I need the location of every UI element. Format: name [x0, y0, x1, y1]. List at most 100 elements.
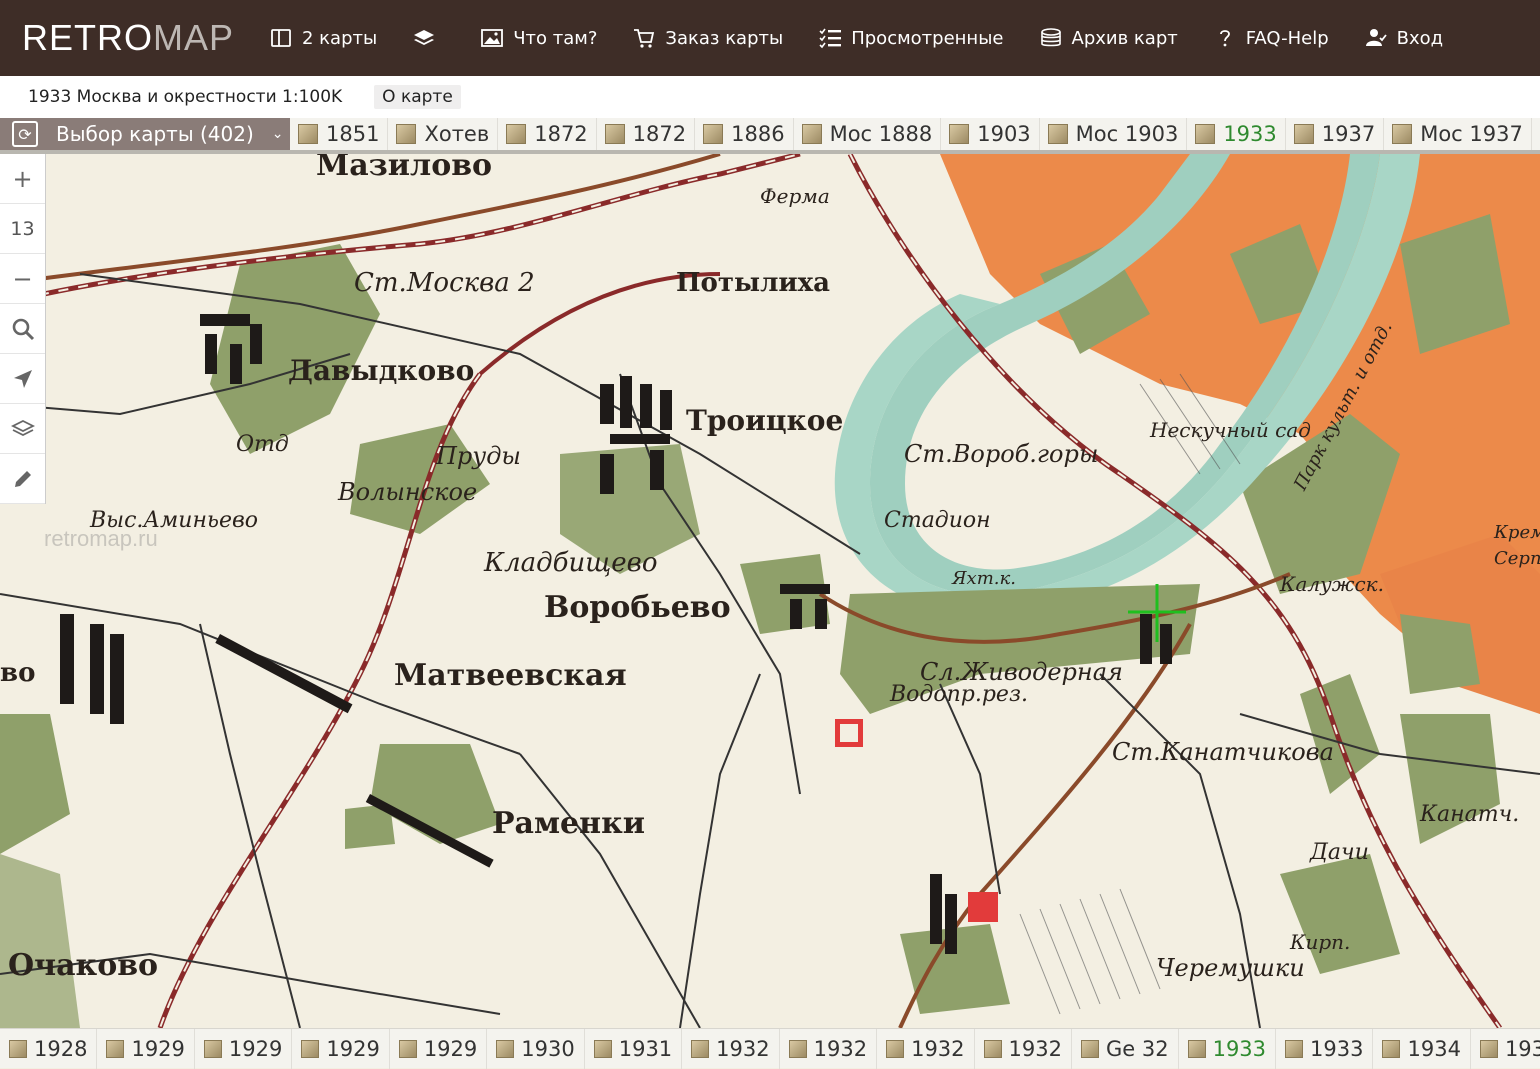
bottom-map-tab[interactable]: 1928: [0, 1028, 98, 1069]
map-tab-label: 1872: [632, 122, 687, 146]
nav-faq[interactable]: FAQ-Help: [1196, 0, 1347, 76]
map-tab-label: 1903: [977, 122, 1031, 146]
label-vo: во: [0, 658, 36, 688]
bottom-map-tab-label: 1932: [716, 1036, 770, 1061]
map-thumbnail-icon: [1187, 1039, 1206, 1058]
map-thumbnail-icon: [301, 1039, 320, 1058]
label-vorobevo: Воробьево: [544, 590, 731, 625]
bottom-map-tab[interactable]: 1931: [585, 1028, 683, 1069]
label-davydkovo: Давыдково: [288, 354, 475, 387]
zoom-in-button[interactable]: +: [0, 154, 45, 204]
bottom-map-tab-label: 1929: [228, 1036, 283, 1061]
zoom-level: 13: [0, 204, 45, 254]
layers-button[interactable]: [0, 404, 45, 454]
map-thumbnail-icon: [788, 1039, 807, 1058]
label-cheremushki: Черемушки: [1156, 954, 1305, 982]
bottom-map-tab-label: 1933: [1310, 1036, 1364, 1061]
bottom-map-tab[interactable]: 1934: [1471, 1029, 1540, 1069]
map-tab[interactable]: Хотев: [388, 118, 499, 150]
map-thumbnail-icon: [691, 1039, 710, 1058]
nav-order-map[interactable]: Заказ карты: [615, 0, 801, 76]
bottom-map-tab[interactable]: 1933: [1276, 1028, 1374, 1069]
map-thumbnail-icon: [1479, 1039, 1498, 1058]
label-matveevskaya: Матвеевская: [394, 658, 627, 693]
zoom-out-button[interactable]: −: [0, 254, 45, 304]
label-troitskoe: Троицкое: [686, 404, 844, 437]
map-title: 1933 Москва и окрестности 1:100K: [28, 87, 343, 107]
bottom-map-tab-label: 1932: [911, 1036, 965, 1061]
map-tab[interactable]: Мос 1888: [794, 118, 942, 150]
chevron-down-icon: ⌄: [271, 126, 284, 142]
list-icon: [819, 27, 842, 49]
about-map-link[interactable]: О карте: [374, 85, 461, 109]
map-thumbnail-icon: [398, 1039, 417, 1058]
bottom-map-tab[interactable]: 1933: [1179, 1028, 1277, 1069]
map-tab-label: Мос 1888: [829, 122, 933, 146]
bottom-map-tab-label: 1929: [131, 1036, 185, 1061]
bottom-map-tab-label: 1931: [618, 1036, 673, 1061]
bottom-map-tab-label: 1934: [1407, 1036, 1461, 1061]
map-thumbnail-icon: [983, 1039, 1002, 1058]
map-tab[interactable]: Мос 1903: [1040, 118, 1188, 150]
search-button[interactable]: [0, 304, 45, 354]
map-tab[interactable]: 1903: [941, 118, 1040, 150]
map-info-bar: 1933 Москва и окрестности 1:100K О карте: [0, 76, 1540, 118]
map-thumbnail-icon: [396, 124, 417, 144]
map-tab[interactable]: 1933: [1187, 118, 1286, 150]
nav-login[interactable]: Вход: [1347, 0, 1461, 76]
map-tab[interactable]: 1937: [1286, 118, 1385, 150]
label-stadion: Стадион: [884, 508, 991, 533]
map-tab-label: 1933: [1223, 122, 1277, 146]
map-tab[interactable]: 1851: [290, 118, 389, 150]
bottom-map-tab[interactable]: 1932: [877, 1028, 975, 1069]
bottom-map-tab[interactable]: 1934: [1373, 1028, 1471, 1069]
pencil-icon: [14, 470, 31, 487]
map-selector-dropdown[interactable]: ⟳ Выбор карты (402) ⌄: [0, 118, 290, 150]
label-yakhtk: Яхт.к.: [952, 568, 1016, 589]
bottom-map-tab-label: 1933: [1212, 1036, 1267, 1061]
map-tab[interactable]: 1872: [498, 118, 597, 150]
nav-layers[interactable]: [395, 0, 463, 76]
map-tab[interactable]: Мос 1937: [1384, 118, 1532, 150]
bottom-map-tab-label: 1934: [1504, 1036, 1540, 1061]
locate-button[interactable]: [0, 354, 45, 404]
label-vorobgory: Ст.Вороб.горы: [904, 440, 1099, 468]
map-thumbnail-icon: [886, 1039, 905, 1058]
label-kladbishchevo: Кладбищево: [484, 548, 658, 578]
map-thumbnail-icon: [1285, 1039, 1304, 1058]
main-nav: 2 карты Что там? Заказ карты Просмотренн…: [252, 0, 1461, 76]
logo[interactable]: RETROMAP: [22, 17, 252, 59]
label-potylikha: Потылиха: [676, 268, 831, 298]
user-icon: [1365, 27, 1387, 49]
nav-what-there[interactable]: Что там?: [463, 0, 615, 76]
map-canvas[interactable]: Мазилово Ферма Ст.Москва 2 Потылиха Давы…: [0, 154, 1540, 1028]
bottom-map-tab[interactable]: 1929: [390, 1028, 488, 1069]
label-krem: Крем: [1494, 522, 1540, 543]
map-tab[interactable]: 1872: [597, 118, 696, 150]
bottom-map-tab[interactable]: 1930: [487, 1028, 585, 1069]
label-kirp: Кирп.: [1290, 930, 1351, 954]
label-kaluzhsk: Калужск.: [1280, 572, 1384, 596]
draw-button[interactable]: [0, 454, 45, 504]
nav-two-maps[interactable]: 2 карты: [252, 0, 395, 76]
map-thumbnail-icon: [298, 124, 318, 144]
navigation-arrow-icon: [13, 369, 32, 388]
bottom-map-tab[interactable]: Ge 32: [1072, 1028, 1179, 1069]
map-thumbnail-icon: [703, 124, 724, 144]
bottom-map-tab[interactable]: 1929: [292, 1028, 390, 1069]
label-moskva2: Ст.Москва 2: [354, 268, 535, 298]
bottom-map-tab[interactable]: 1932: [975, 1028, 1072, 1069]
label-mazilovo: Мазилово: [316, 154, 493, 183]
nav-archive[interactable]: Архив карт: [1022, 0, 1196, 76]
map-tab[interactable]: 1886: [695, 118, 794, 150]
bottom-map-tab[interactable]: 1932: [682, 1028, 780, 1069]
map-thumbnail-icon: [593, 1039, 612, 1058]
bottom-map-tab[interactable]: 1929: [97, 1028, 195, 1069]
nav-viewed[interactable]: Просмотренные: [801, 0, 1021, 76]
bottom-map-tab[interactable]: 1929: [195, 1028, 293, 1069]
map-thumbnail-icon: [106, 1039, 125, 1058]
bottom-map-tab[interactable]: 1932: [780, 1028, 878, 1069]
layers-icon: [10, 419, 35, 436]
map-thumbnail-icon: [1293, 124, 1314, 144]
search-icon: [12, 318, 34, 340]
